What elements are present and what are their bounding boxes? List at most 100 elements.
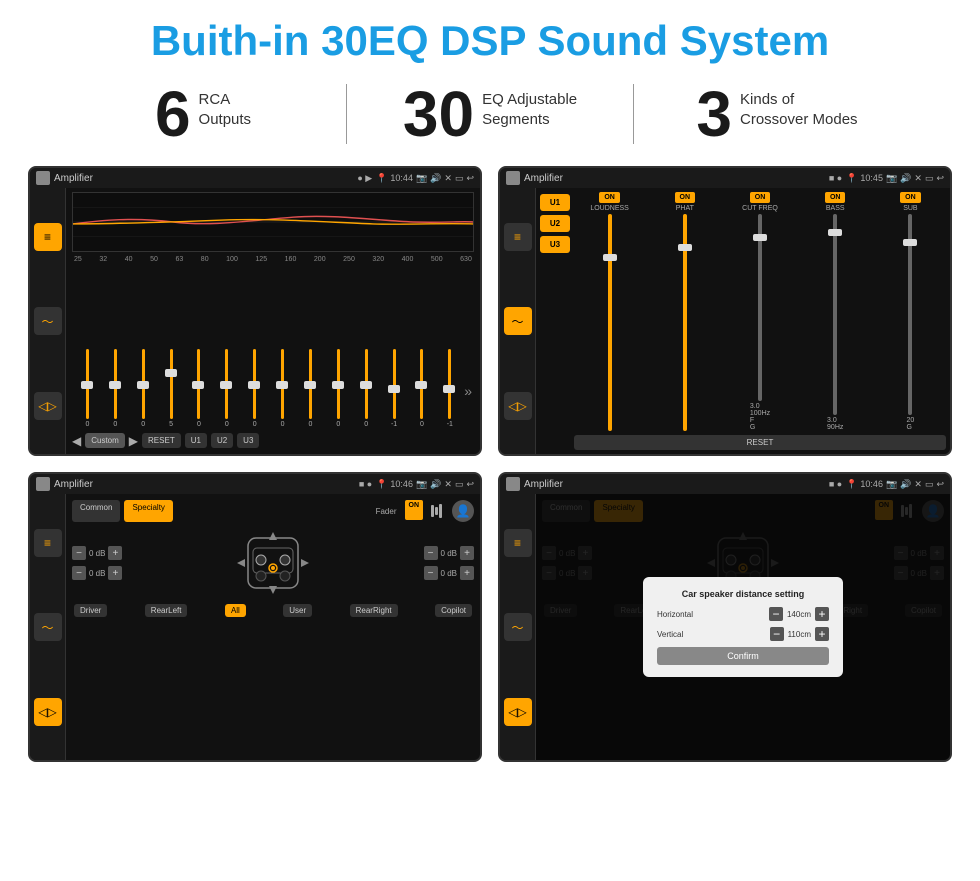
- db-plus-fl[interactable]: +: [108, 546, 122, 560]
- all-button[interactable]: All: [225, 604, 246, 617]
- balance-status-icons: 📍 10:46 📷 🔊 ✕ ▭ ↩: [376, 479, 474, 490]
- eq-u3-button[interactable]: U3: [237, 433, 259, 448]
- eq-icon-filter[interactable]: ≡: [34, 223, 62, 251]
- horizontal-plus-button[interactable]: +: [815, 607, 829, 621]
- crossover-icon-speaker[interactable]: ◁▷: [504, 392, 532, 420]
- crossover-icon-filter[interactable]: ≡: [504, 223, 532, 251]
- crossover-icon-wave[interactable]: 〜: [504, 307, 532, 335]
- person-icon[interactable]: 👤: [452, 500, 474, 522]
- db-plus-fr[interactable]: +: [460, 546, 474, 560]
- preset-u2[interactable]: U2: [540, 215, 570, 232]
- db-plus-rl[interactable]: +: [108, 566, 122, 580]
- balance-icon-wave[interactable]: 〜: [34, 613, 62, 641]
- db-minus-fr[interactable]: −: [424, 546, 438, 560]
- freq-160: 160: [285, 256, 297, 263]
- cutfreq-slider[interactable]: [758, 214, 762, 401]
- balance-home-icon[interactable]: [36, 477, 50, 491]
- dialog-title: Car speaker distance setting: [657, 589, 829, 599]
- eq-slider-6[interactable]: 0: [241, 349, 268, 429]
- eq-slider-4[interactable]: 0: [186, 349, 213, 429]
- page-title: Buith-in 30EQ DSP Sound System: [0, 0, 980, 74]
- eq-slider-8[interactable]: 0: [297, 349, 324, 429]
- bass-slider[interactable]: [833, 214, 837, 415]
- cutfreq-toggle[interactable]: ON: [750, 192, 771, 203]
- eq-slider-13[interactable]: -1: [436, 349, 463, 429]
- vertical-minus-button[interactable]: −: [770, 627, 784, 641]
- home-icon[interactable]: [36, 171, 50, 185]
- eq-slider-11[interactable]: -1: [381, 349, 408, 429]
- dialog-home-icon[interactable]: [506, 477, 520, 491]
- eq-slider-2[interactable]: 0: [130, 349, 157, 429]
- eq-reset-button[interactable]: RESET: [142, 433, 181, 448]
- driver-button[interactable]: Driver: [74, 604, 107, 617]
- user-button[interactable]: User: [283, 604, 312, 617]
- eq-slider-10[interactable]: 0: [353, 349, 380, 429]
- eq-screen-content: ≡ 〜 ◁▷: [30, 188, 480, 454]
- ctrl-sub: ON SUB 20G: [875, 192, 946, 431]
- dialog-screen-content: ≡ 〜 ◁▷ Common Specialty ON 👤: [500, 494, 950, 760]
- horizontal-minus-button[interactable]: −: [769, 607, 783, 621]
- crossover-app-title: Amplifier: [524, 173, 825, 184]
- eq-slider-3[interactable]: 5: [158, 349, 185, 429]
- preset-u1[interactable]: U1: [540, 194, 570, 211]
- crossover-reset-button[interactable]: RESET: [574, 435, 946, 450]
- db-plus-rr[interactable]: +: [460, 566, 474, 580]
- phat-label: PHAT: [676, 205, 694, 212]
- eq-slider-9[interactable]: 0: [325, 349, 352, 429]
- balance-icon-filter[interactable]: ≡: [34, 529, 62, 557]
- eq-slider-1[interactable]: 0: [102, 349, 129, 429]
- eq-slider-7[interactable]: 0: [269, 349, 296, 429]
- crossover-home-icon[interactable]: [506, 171, 520, 185]
- stat-crossover-label: Kinds ofCrossover Modes: [740, 82, 858, 129]
- horizontal-label: Horizontal: [657, 610, 707, 619]
- eq-slider-12[interactable]: 0: [409, 349, 436, 429]
- sub-toggle[interactable]: ON: [900, 192, 921, 203]
- loudness-slider[interactable]: [608, 214, 612, 431]
- eq-icon-wave[interactable]: 〜: [34, 307, 62, 335]
- dialog-icon-speaker[interactable]: ◁▷: [504, 698, 532, 726]
- loudness-toggle[interactable]: ON: [599, 192, 620, 203]
- confirm-button[interactable]: Confirm: [657, 647, 829, 665]
- db-control-rr: − 0 dB +: [424, 566, 474, 580]
- db-minus-fl[interactable]: −: [72, 546, 86, 560]
- eq-slider-0[interactable]: 0: [74, 349, 101, 429]
- eq-preset-custom[interactable]: Custom: [85, 433, 125, 448]
- dialog-x-icon: ✕: [914, 479, 922, 490]
- db-minus-rr[interactable]: −: [424, 566, 438, 580]
- fader-toggle[interactable]: ON: [405, 500, 424, 520]
- balance-back-icon: ↩: [466, 479, 474, 490]
- rear-left-button[interactable]: RearLeft: [145, 604, 188, 617]
- phat-slider[interactable]: [683, 214, 687, 431]
- tab-common[interactable]: Common: [72, 500, 120, 522]
- freq-200: 200: [314, 256, 326, 263]
- stat-eq-number: 30: [403, 82, 474, 146]
- freq-400: 400: [402, 256, 414, 263]
- crossover-x-icon: ✕: [914, 173, 922, 184]
- bass-toggle[interactable]: ON: [825, 192, 846, 203]
- preset-u3[interactable]: U3: [540, 236, 570, 253]
- eq-u2-button[interactable]: U2: [211, 433, 233, 448]
- eq-prev-button[interactable]: ◀: [72, 434, 81, 448]
- eq-icon-speaker[interactable]: ◁▷: [34, 392, 62, 420]
- crossover-rect-icon: ▭: [925, 173, 934, 184]
- screen-dialog: Amplifier ■ ● 📍 10:46 📷 🔊 ✕ ▭ ↩ ≡ 〜 ◁▷ C: [498, 472, 952, 762]
- eq-slider-5[interactable]: 0: [213, 349, 240, 429]
- eq-more-icon[interactable]: »: [464, 383, 472, 429]
- eq-u1-button[interactable]: U1: [185, 433, 207, 448]
- distance-dialog-overlay: Car speaker distance setting Horizontal …: [536, 494, 950, 760]
- vertical-plus-button[interactable]: +: [815, 627, 829, 641]
- sub-slider[interactable]: [908, 214, 912, 415]
- rear-right-button[interactable]: RearRight: [350, 604, 398, 617]
- copilot-button[interactable]: Copilot: [435, 604, 472, 617]
- eq-main-area: 25 32 40 50 63 80 100 125 160 200 250 32…: [66, 188, 480, 454]
- freq-630: 630: [460, 256, 472, 263]
- balance-x-icon: ✕: [444, 479, 452, 490]
- dialog-icon-filter[interactable]: ≡: [504, 529, 532, 557]
- tab-specialty[interactable]: Specialty: [124, 500, 172, 522]
- balance-icon-speaker[interactable]: ◁▷: [34, 698, 62, 726]
- eq-next-button[interactable]: ▶: [129, 434, 138, 448]
- dialog-icon-wave[interactable]: 〜: [504, 613, 532, 641]
- phat-toggle[interactable]: ON: [675, 192, 696, 203]
- horizontal-ctrl: − 140cm +: [769, 607, 829, 621]
- db-minus-rl[interactable]: −: [72, 566, 86, 580]
